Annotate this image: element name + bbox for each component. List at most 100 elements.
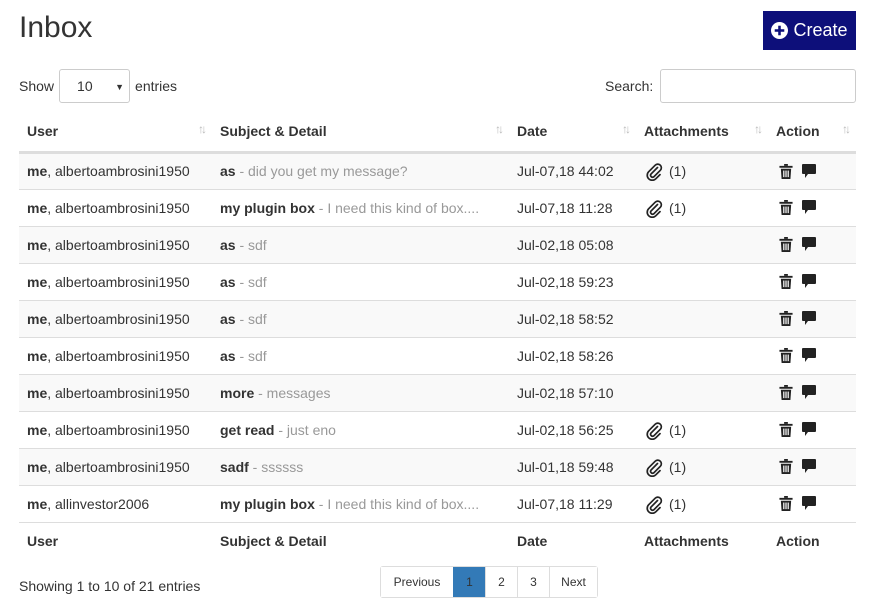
paperclip-icon <box>646 199 663 218</box>
action-cell <box>768 447 856 485</box>
attachment-link[interactable]: (1) <box>644 457 760 477</box>
page-button-1[interactable]: 1 <box>453 567 485 597</box>
create-button[interactable]: Create <box>763 11 856 50</box>
comment-icon[interactable] <box>802 496 816 511</box>
footer-action: Action <box>768 521 856 560</box>
footer-subject: Subject & Detail <box>212 521 509 560</box>
table-row[interactable]: me, allinvestor2006 my plugin box - I ne… <box>19 484 856 522</box>
row-actions <box>776 237 848 252</box>
table-row[interactable]: me, albertoambrosini1950 as - sdf Jul-02… <box>19 262 856 300</box>
comment-icon[interactable] <box>802 459 816 474</box>
attachment-link[interactable]: (1) <box>644 494 760 514</box>
trash-icon[interactable] <box>779 385 793 400</box>
subject-cell[interactable]: get read - just eno <box>212 410 509 448</box>
trash-icon[interactable] <box>779 200 793 215</box>
comment-icon[interactable] <box>802 200 816 215</box>
user-cell: me, albertoambrosini1950 <box>19 299 212 337</box>
subject-cell[interactable]: as - did you get my message? <box>212 152 509 189</box>
page-button-3[interactable]: 3 <box>517 567 549 597</box>
next-page-button[interactable]: Next <box>549 567 597 597</box>
comment-icon[interactable] <box>802 163 816 179</box>
sort-arrows-icon: ↑↓ <box>842 122 851 136</box>
attachment-link[interactable]: (1) <box>644 161 760 181</box>
detail-text: - sdf <box>235 347 267 364</box>
user-me: me <box>27 458 48 475</box>
subject-text: my plugin box <box>220 199 315 216</box>
table-row[interactable]: me, albertoambrosini1950 as - sdf Jul-02… <box>19 336 856 374</box>
trash-icon[interactable] <box>779 459 793 474</box>
subject-text: more <box>220 384 255 401</box>
comment-icon[interactable] <box>802 385 816 400</box>
subject-cell[interactable]: my plugin box - I need this kind of box.… <box>212 484 509 522</box>
page-button-2[interactable]: 2 <box>485 567 517 597</box>
comment-icon[interactable] <box>802 237 816 252</box>
detail-text: - sdf <box>235 236 267 253</box>
table-row[interactable]: me, albertoambrosini1950 as - did you ge… <box>19 152 856 189</box>
trash-icon[interactable] <box>779 237 793 252</box>
comment-icon[interactable] <box>802 348 816 363</box>
previous-page-button[interactable]: Previous <box>381 567 453 597</box>
attachment-link[interactable]: (1) <box>644 198 760 218</box>
subject-cell[interactable]: my plugin box - I need this kind of box.… <box>212 188 509 226</box>
caret-down-icon: ▼ <box>115 81 125 92</box>
subject-cell[interactable]: more - messages <box>212 373 509 411</box>
footer-row: User Subject & Detail Date Attachments A… <box>19 521 856 560</box>
table-row[interactable]: me, albertoambrosini1950 my plugin box -… <box>19 188 856 226</box>
table-row[interactable]: me, albertoambrosini1950 as - sdf Jul-02… <box>19 225 856 263</box>
subject-cell[interactable]: as - sdf <box>212 336 509 374</box>
subject-cell[interactable]: as - sdf <box>212 299 509 337</box>
attachment-link[interactable]: (1) <box>644 420 760 440</box>
date-cell: Jul-02,18 57:10 <box>509 373 636 411</box>
user-name: , albertoambrosini1950 <box>47 310 190 327</box>
trash-icon[interactable] <box>779 163 793 179</box>
column-header-subject[interactable]: Subject & Detail ↑↓ <box>212 112 509 154</box>
subject-text: as <box>220 273 236 290</box>
subject-text: as <box>220 310 236 327</box>
row-actions <box>776 311 848 326</box>
attachments-cell: (1) <box>636 410 768 448</box>
sort-arrows-icon: ↑↓ <box>622 122 631 136</box>
trash-icon[interactable] <box>779 274 793 289</box>
entries-select[interactable]: 10 ▼ <box>59 68 131 103</box>
trash-icon[interactable] <box>779 311 793 326</box>
subject-cell[interactable]: as - sdf <box>212 225 509 263</box>
column-header-action[interactable]: Action ↑↓ <box>768 112 856 154</box>
comment-icon[interactable] <box>802 274 816 289</box>
trash-icon[interactable] <box>779 422 793 437</box>
row-actions <box>776 459 848 474</box>
comment-icon[interactable] <box>802 311 816 326</box>
detail-text: - I need this kind of box.... <box>314 199 480 216</box>
date-cell: Jul-01,18 59:48 <box>509 447 636 485</box>
paperclip-icon <box>646 495 663 514</box>
user-cell: me, albertoambrosini1950 <box>19 336 212 374</box>
sort-arrows-icon: ↑↓ <box>754 122 763 136</box>
search-input[interactable] <box>660 69 857 103</box>
column-header-user[interactable]: User ↑↓ <box>19 112 212 154</box>
table-row[interactable]: me, albertoambrosini1950 as - sdf Jul-02… <box>19 299 856 337</box>
date-cell: Jul-02,18 58:52 <box>509 299 636 337</box>
trash-icon[interactable] <box>779 348 793 363</box>
subject-cell[interactable]: as - sdf <box>212 262 509 300</box>
user-name: , albertoambrosini1950 <box>47 347 190 364</box>
user-me: me <box>27 384 48 401</box>
table-row[interactable]: me, albertoambrosini1950 get read - just… <box>19 410 856 448</box>
table-row[interactable]: me, albertoambrosini1950 more - messages… <box>19 373 856 411</box>
column-header-date[interactable]: Date ↑↓ <box>509 112 636 154</box>
column-header-attachments[interactable]: Attachments ↑↓ <box>636 112 768 154</box>
table-info: Showing 1 to 10 of 21 entries <box>19 578 201 594</box>
column-header-label: Action <box>776 123 820 140</box>
table-row[interactable]: me, albertoambrosini1950 sadf - ssssss J… <box>19 447 856 485</box>
entries-select-value: 10 <box>77 77 93 94</box>
action-cell <box>768 484 856 522</box>
length-control: Show 10 ▼ entries <box>19 68 177 103</box>
user-me: me <box>27 421 48 438</box>
subject-cell[interactable]: sadf - ssssss <box>212 447 509 485</box>
trash-icon[interactable] <box>779 496 793 511</box>
user-name: , allinvestor2006 <box>47 495 150 512</box>
attachments-cell <box>636 299 768 337</box>
sort-arrows-icon: ↑↓ <box>495 122 504 136</box>
row-actions <box>776 385 848 400</box>
comment-icon[interactable] <box>802 422 816 437</box>
user-cell: me, albertoambrosini1950 <box>19 447 212 485</box>
detail-text: - just eno <box>274 421 336 438</box>
